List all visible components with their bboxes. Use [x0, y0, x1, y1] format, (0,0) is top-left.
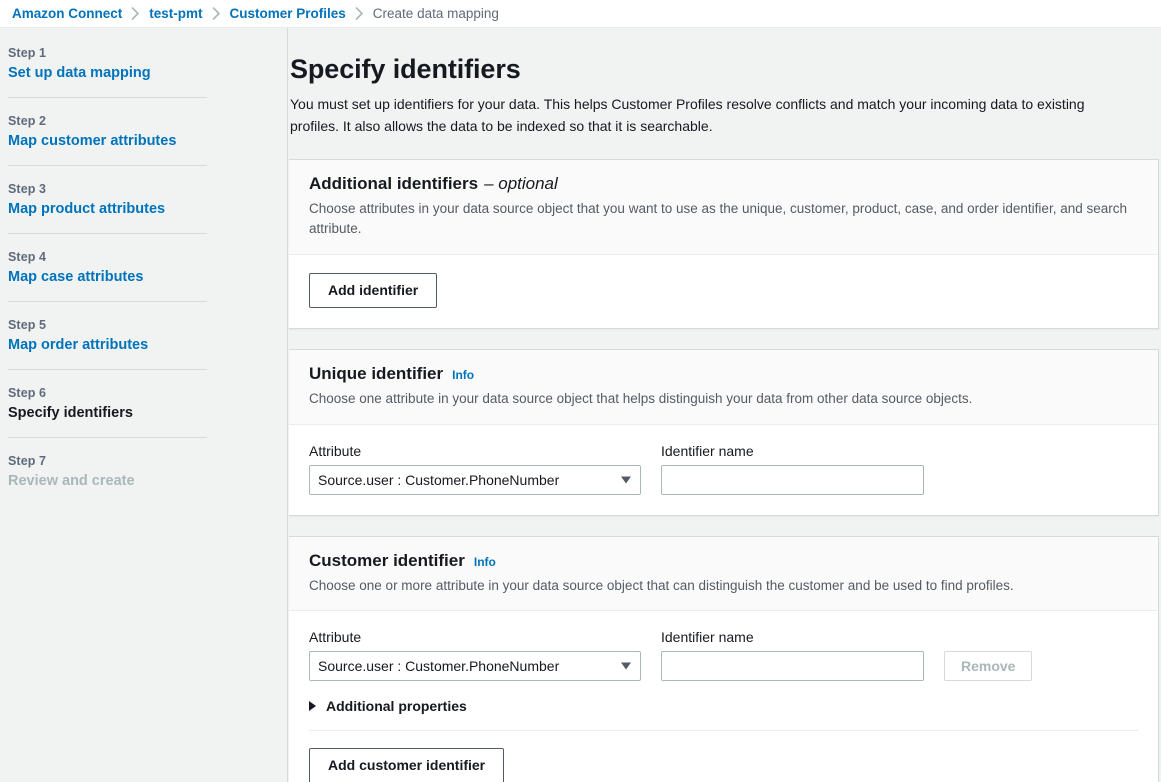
sidebar-step-3: Step 3 Map product attributes	[0, 182, 287, 217]
page-title: Specify identifiers	[289, 54, 1161, 85]
sidebar-step-6: Step 6 Specify identifiers	[0, 386, 287, 421]
breadcrumb-item-test-pmt[interactable]: test-pmt	[149, 6, 202, 21]
chevron-right-icon	[212, 7, 221, 20]
additional-identifiers-body: Add identifier	[289, 255, 1158, 329]
sidebar-step-1-number: Step 1	[8, 46, 247, 60]
breadcrumb-item-current: Create data mapping	[373, 6, 499, 21]
main-content: Specify identifiers You must set up iden…	[288, 28, 1161, 782]
breadcrumb-item-amazon-connect[interactable]: Amazon Connect	[12, 6, 122, 21]
sidebar-divider	[8, 437, 207, 438]
sidebar-step-7: Step 7 Review and create	[0, 454, 287, 489]
customer-identifier-title-text: Customer identifier	[309, 551, 465, 571]
add-identifier-button[interactable]: Add identifier	[309, 273, 437, 309]
customer-identifier-footer: Add customer identifier	[309, 731, 1138, 782]
sidebar-step-1: Step 1 Set up data mapping	[0, 46, 287, 81]
sidebar-step-3-title[interactable]: Map product attributes	[8, 201, 247, 217]
page-body: Step 1 Set up data mapping Step 2 Map cu…	[0, 28, 1161, 782]
sidebar-step-6-number: Step 6	[8, 386, 247, 400]
breadcrumb: Amazon Connect test-pmt Customer Profile…	[0, 0, 1161, 28]
unique-identifier-name-label: Identifier name	[661, 443, 924, 459]
customer-attribute-field: Attribute Source.user : Customer.PhoneNu…	[309, 629, 641, 681]
sidebar-divider	[8, 97, 207, 98]
customer-identifier-name-field: Identifier name	[661, 629, 924, 681]
customer-attribute-select[interactable]: Source.user : Customer.PhoneNumber	[309, 651, 641, 681]
sidebar-step-4-number: Step 4	[8, 250, 247, 264]
unique-identifier-title: Unique identifier Info	[309, 364, 1138, 384]
additional-identifiers-header: Additional identifiers – optional Choose…	[289, 160, 1158, 254]
chevron-right-icon	[355, 7, 364, 20]
sidebar-step-7-title: Review and create	[8, 473, 247, 489]
customer-identifier-title: Customer identifier Info	[309, 551, 1138, 571]
unique-identifier-title-text: Unique identifier	[309, 364, 443, 384]
add-customer-identifier-button[interactable]: Add customer identifier	[309, 748, 504, 782]
unique-identifier-name-input[interactable]	[661, 465, 924, 495]
customer-identifier-body: Attribute Source.user : Customer.PhoneNu…	[289, 611, 1158, 782]
additional-identifiers-title-text: Additional identifiers	[309, 174, 478, 194]
unique-identifier-body: Attribute Source.user : Customer.PhoneNu…	[289, 425, 1158, 515]
unique-attribute-field: Attribute Source.user : Customer.PhoneNu…	[309, 443, 641, 495]
sidebar-step-4: Step 4 Map case attributes	[0, 250, 287, 285]
remove-customer-identifier-button[interactable]: Remove	[944, 651, 1032, 681]
unique-identifier-name-field: Identifier name	[661, 443, 924, 495]
unique-identifier-panel: Unique identifier Info Choose one attrib…	[289, 349, 1159, 516]
customer-identifier-description: Choose one or more attribute in your dat…	[309, 576, 1138, 596]
unique-attribute-label: Attribute	[309, 443, 641, 459]
unique-identifier-info-link[interactable]: Info	[452, 368, 474, 382]
additional-identifiers-description: Choose attributes in your data source ob…	[309, 199, 1138, 238]
sidebar-step-2: Step 2 Map customer attributes	[0, 114, 287, 149]
customer-identifier-header: Customer identifier Info Choose one or m…	[289, 537, 1158, 612]
customer-identifier-name-label: Identifier name	[661, 629, 924, 645]
sidebar-step-3-number: Step 3	[8, 182, 247, 196]
sidebar-divider	[8, 301, 207, 302]
sidebar-divider	[8, 233, 207, 234]
unique-attribute-select-wrap: Source.user : Customer.PhoneNumber	[309, 465, 641, 495]
unique-identifier-header: Unique identifier Info Choose one attrib…	[289, 350, 1158, 425]
customer-identifier-panel: Customer identifier Info Choose one or m…	[289, 536, 1159, 782]
additional-identifiers-panel: Additional identifiers – optional Choose…	[289, 159, 1159, 329]
sidebar-step-5-title[interactable]: Map order attributes	[8, 337, 247, 353]
sidebar-divider	[8, 165, 207, 166]
additional-identifiers-optional-tag: – optional	[484, 174, 558, 194]
customer-identifier-info-link[interactable]: Info	[474, 555, 496, 569]
sidebar-step-7-number: Step 7	[8, 454, 247, 468]
caret-right-icon	[309, 701, 316, 711]
sidebar-divider	[8, 369, 207, 370]
customer-attribute-label: Attribute	[309, 629, 641, 645]
chevron-right-icon	[131, 7, 140, 20]
sidebar-step-4-title[interactable]: Map case attributes	[8, 269, 247, 285]
customer-identifier-form-row: Attribute Source.user : Customer.PhoneNu…	[309, 629, 1138, 681]
sidebar-step-2-number: Step 2	[8, 114, 247, 128]
unique-identifier-form-row: Attribute Source.user : Customer.PhoneNu…	[309, 443, 1138, 495]
additional-identifiers-title: Additional identifiers – optional	[309, 174, 1138, 194]
additional-properties-label: Additional properties	[326, 698, 467, 714]
breadcrumb-item-customer-profiles[interactable]: Customer Profiles	[230, 6, 346, 21]
sidebar-step-5: Step 5 Map order attributes	[0, 318, 287, 353]
customer-attribute-select-wrap: Source.user : Customer.PhoneNumber	[309, 651, 641, 681]
sidebar-step-5-number: Step 5	[8, 318, 247, 332]
page-description: You must set up identifiers for your dat…	[290, 94, 1120, 137]
wizard-steps-sidebar: Step 1 Set up data mapping Step 2 Map cu…	[0, 28, 288, 782]
additional-properties-toggle[interactable]: Additional properties	[309, 698, 467, 714]
unique-attribute-select[interactable]: Source.user : Customer.PhoneNumber	[309, 465, 641, 495]
sidebar-step-1-title[interactable]: Set up data mapping	[8, 65, 247, 81]
sidebar-step-6-title: Specify identifiers	[8, 405, 247, 421]
sidebar-step-2-title[interactable]: Map customer attributes	[8, 133, 247, 149]
customer-identifier-name-input[interactable]	[661, 651, 924, 681]
unique-identifier-description: Choose one attribute in your data source…	[309, 389, 1138, 409]
